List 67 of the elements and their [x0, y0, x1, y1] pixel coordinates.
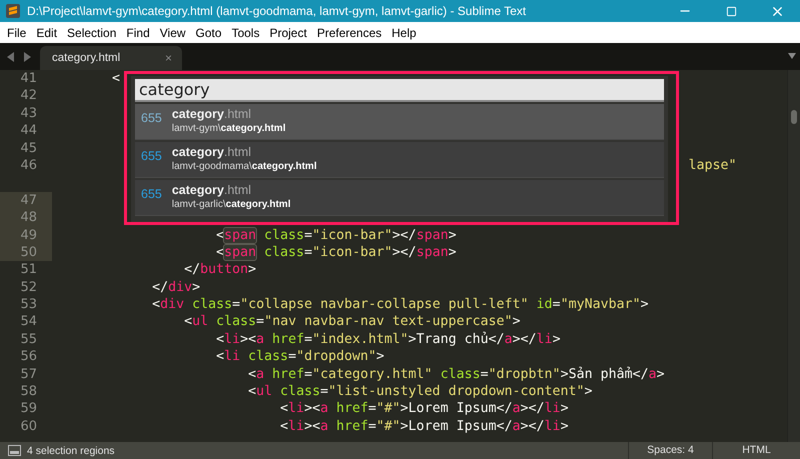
menu-item[interactable]: Help [386, 26, 422, 40]
window-title: D:\Project\lamvt-gym\category.html (lamvt-goodmama, lamvt-gym, lamvt-garlic) - Sublime Text [26, 4, 528, 18]
line-number: 45 [19, 140, 38, 157]
line-number: 47 [0, 192, 52, 210]
result-title: category.html [172, 183, 252, 197]
result-score: 655 [141, 186, 162, 201]
line-number: 48 [0, 209, 52, 227]
code-line: <li><a href="index.html">Trang chủ</a></li> [216, 332, 560, 347]
line-number: 58 [19, 383, 38, 400]
line-number: 52 [19, 278, 38, 296]
result-score: 655 [141, 148, 162, 163]
result-path: lamvt-garlic\category.html [172, 199, 291, 210]
result-score: 655 [141, 110, 162, 125]
menu-item[interactable]: Selection [62, 26, 122, 40]
menu-item[interactable]: Edit [31, 26, 62, 40]
status-message: 4 selection regions [26, 444, 116, 456]
file-tab[interactable]: category.html × [40, 46, 182, 70]
line-number: 53 [19, 296, 38, 314]
result-path: lamvt-goodmama\category.html [172, 161, 317, 172]
code-line: <div class="collapse navbar-collapse pull-left" id="myNavbar"> [152, 297, 649, 312]
menu-item[interactable]: View [154, 26, 191, 40]
syntax-setting[interactable]: HTML [712, 442, 800, 459]
result-item[interactable]: 655 category.html lamvt-gym\category.html [135, 104, 664, 140]
line-number: 44 [19, 122, 38, 140]
code-line: </div> [152, 280, 200, 295]
maximize-icon [726, 6, 736, 16]
dropdown-icon[interactable] [788, 53, 796, 59]
code-line: lapse" [688, 158, 736, 173]
result-item[interactable]: 655 category.html lamvt-garlic\category.html [135, 180, 664, 216]
line-number: 42 [19, 87, 38, 105]
line-number: 56 [19, 348, 38, 366]
scrollbar[interactable] [787, 70, 800, 442]
code-line: <li><a href="#">Lorem Ipsum</a></li> [280, 401, 568, 416]
code-line: <a href="category.html" class="dropbtn">Sản phẩm</a> [248, 366, 665, 382]
line-number: 46 [19, 156, 38, 174]
line-number: 51 [19, 261, 38, 279]
line-number: 55 [19, 330, 38, 348]
tab-navigation-icon[interactable] [6, 51, 32, 63]
menu-item[interactable]: Find [121, 26, 155, 40]
result-title: category.html [172, 145, 252, 159]
line-number: 41 [19, 70, 38, 88]
result-path: lamvt-gym\category.html [172, 123, 286, 134]
menu-item[interactable]: Preferences [312, 26, 387, 40]
result-item[interactable]: 655 category.html lamvt-goodmama\category.html [135, 142, 664, 178]
menu-item[interactable]: File [2, 26, 32, 40]
code-line: <ul class="nav navbar-nav text-uppercase"> [184, 314, 520, 330]
line-number: 57 [19, 366, 38, 384]
indentation-setting[interactable]: Spaces: 4 [628, 442, 712, 459]
line-number: 50 [0, 244, 52, 262]
line-number: 54 [19, 313, 38, 331]
menu-item[interactable]: Tools [226, 26, 265, 40]
menu-item[interactable]: Goto [190, 26, 227, 40]
app-icon [5, 3, 21, 19]
panel-toggle-icon[interactable] [8, 445, 21, 456]
code-line: <ul class="list-unstyled dropdown-content"> [248, 384, 592, 400]
line-number: 60 [19, 418, 38, 436]
line-number: 59 [19, 400, 38, 418]
menu-item[interactable]: Project [264, 26, 312, 40]
code-line: </button> [184, 262, 256, 278]
line-number: 49 [0, 226, 52, 244]
line-number: 43 [19, 104, 38, 122]
code-line: <li class="dropdown"> [216, 349, 384, 364]
search-field[interactable]: category [135, 79, 664, 102]
code-line: <li><a href="#">Lorem Ipsum</a></li> [280, 418, 568, 434]
tab-close-icon[interactable]: × [164, 51, 172, 65]
result-title: category.html [172, 107, 252, 121]
code-line: < [112, 71, 120, 86]
